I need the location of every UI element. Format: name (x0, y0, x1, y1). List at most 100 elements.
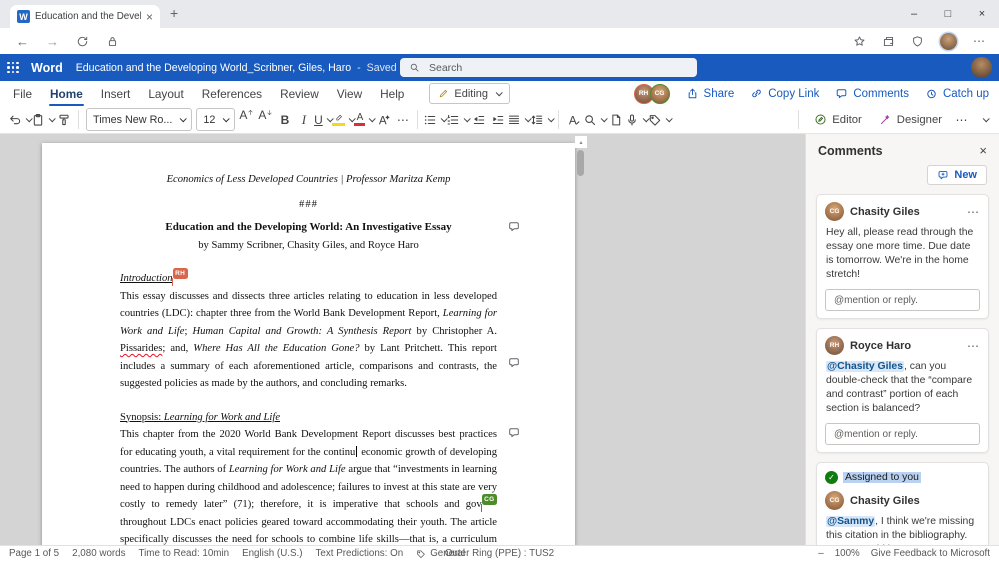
comment-anchor-icon[interactable] (507, 356, 521, 369)
shrink-font-button[interactable]: A (256, 108, 275, 132)
text-effects-button[interactable] (374, 108, 393, 132)
styles-button[interactable] (564, 108, 583, 132)
reply-box[interactable] (825, 423, 980, 445)
title-separator: - (357, 62, 361, 74)
comment-menu-icon[interactable]: ⋯ (967, 205, 980, 219)
tab-close-icon[interactable]: × (146, 10, 153, 24)
dictate-button[interactable] (625, 108, 648, 132)
highlight-button[interactable] (332, 108, 354, 132)
text-predictions-toggle[interactable]: Text Predictions: On (316, 548, 404, 559)
designer-button[interactable]: Designer (872, 108, 949, 132)
user-avatar[interactable] (971, 57, 992, 78)
more-font-options-button[interactable]: ⋯ (393, 108, 412, 132)
numbering-button[interactable] (446, 108, 469, 132)
task-check-icon[interactable]: ✓ (825, 471, 838, 484)
scroll-up-button[interactable]: ▴ (575, 136, 587, 148)
line-spacing-button[interactable] (530, 108, 553, 132)
comment-anchor-icon[interactable] (507, 220, 521, 233)
read-time: Time to Read: 10min (139, 548, 230, 559)
editor-button[interactable]: Editor (807, 108, 869, 132)
comments-button[interactable]: Comments (827, 87, 917, 100)
alignment-button[interactable] (507, 108, 530, 132)
reuse-files-button[interactable] (606, 108, 625, 132)
decrease-indent-button[interactable] (469, 108, 488, 132)
lock-icon[interactable] (106, 35, 119, 48)
bullets-button[interactable] (423, 108, 446, 132)
favorites-bar-icon[interactable] (882, 35, 895, 48)
tab-view[interactable]: View (328, 81, 371, 106)
search-input[interactable] (427, 61, 688, 75)
reply-box[interactable] (825, 289, 980, 311)
refresh-icon[interactable] (76, 35, 89, 48)
reply-input[interactable] (832, 294, 973, 307)
back-icon[interactable]: ← (16, 35, 29, 48)
font-name-select[interactable]: Times New Ro... (86, 108, 192, 131)
presence-avatar-cg[interactable]: CG (650, 84, 670, 104)
find-button[interactable] (583, 108, 606, 132)
mention-chip[interactable]: @Sammy (826, 516, 875, 527)
document-title[interactable]: Education and the Developing World_Scrib… (76, 62, 411, 74)
catch-up-button[interactable]: Catch up (917, 87, 997, 100)
feedback-link[interactable]: Give Feedback to Microsoft (871, 548, 990, 559)
browser-tab[interactable]: W Education and the Developing W × (10, 5, 160, 28)
browser-shield-icon[interactable] (911, 35, 924, 48)
italic-button[interactable]: I (294, 108, 313, 132)
close-panel-icon[interactable]: × (979, 143, 987, 158)
reply-input[interactable] (832, 428, 973, 441)
format-painter-button[interactable] (54, 108, 73, 132)
favorite-star-icon[interactable] (853, 35, 866, 48)
collapse-ribbon-button[interactable] (974, 108, 993, 132)
clipboard-icon (31, 113, 45, 127)
document-page[interactable]: Economics of Less Developed Countries | … (42, 143, 575, 545)
browser-profile-avatar[interactable] (940, 33, 957, 50)
tab-references[interactable]: References (193, 81, 271, 106)
app-launcher-icon[interactable] (0, 54, 26, 81)
comment-anchor-icon[interactable] (507, 426, 521, 439)
search-bar[interactable] (400, 58, 697, 77)
more-commands-button[interactable]: ⋯ (952, 108, 971, 132)
copy-link-button[interactable]: Copy Link (742, 87, 827, 100)
paste-button[interactable] (31, 108, 54, 132)
undo-button[interactable] (8, 108, 31, 132)
grow-font-button[interactable]: A (237, 108, 256, 132)
share-button[interactable]: Share (678, 87, 743, 100)
browser-settings-ellipsis-icon[interactable]: ⋯ (973, 34, 985, 48)
zoom-level[interactable]: 100% (835, 548, 860, 559)
tab-review[interactable]: Review (271, 81, 328, 106)
zoom-out-icon[interactable]: – (818, 548, 823, 559)
increase-indent-button[interactable] (488, 108, 507, 132)
misspelled-word: Pissarides (120, 343, 162, 354)
window-maximize-button[interactable]: □ (931, 0, 965, 28)
window-minimize-button[interactable]: – (897, 0, 931, 28)
bold-button[interactable]: B (275, 108, 294, 132)
tab-home[interactable]: Home (41, 81, 92, 106)
mention-chip[interactable]: @Chasity Giles (826, 361, 904, 372)
language-selector[interactable]: English (U.S.) (242, 548, 302, 559)
arrow-down-icon (266, 109, 273, 116)
new-tab-button[interactable]: + (170, 5, 178, 21)
app-name[interactable]: Word (31, 61, 63, 75)
font-color-button[interactable]: A (354, 108, 374, 132)
comment-thread[interactable]: CG Chasity Giles ⋯ Hey all, please read … (816, 194, 989, 319)
forward-icon[interactable]: → (46, 35, 59, 48)
tab-help[interactable]: Help (371, 81, 413, 106)
undo-icon (8, 113, 22, 127)
editing-mode-button[interactable]: Editing (429, 83, 510, 104)
page-count[interactable]: Page 1 of 5 (9, 548, 59, 559)
sensitivity-button[interactable] (648, 108, 671, 132)
tab-layout[interactable]: Layout (139, 81, 192, 106)
tab-insert[interactable]: Insert (92, 81, 140, 106)
word-count[interactable]: 2,080 words (72, 548, 125, 559)
comments-panel-title: Comments (818, 144, 883, 158)
tab-file[interactable]: File (4, 81, 41, 106)
introduction-heading-row: IntroductionRH (120, 270, 497, 288)
comment-thread[interactable]: RH Royce Haro ⋯ @Chasity Giles, can you … (816, 328, 989, 453)
window-close-button[interactable]: × (965, 0, 999, 28)
comment-menu-icon[interactable]: ⋯ (967, 339, 980, 353)
vertical-scrollbar[interactable] (577, 150, 584, 176)
comment-thread-task[interactable]: ✓ Assigned to you CG Chasity Giles @Samm… (816, 462, 989, 545)
underline-button[interactable]: U (313, 108, 332, 132)
new-comment-button[interactable]: New (927, 165, 987, 185)
presence-avatars[interactable]: RH CG (638, 84, 670, 104)
font-size-select[interactable]: 12 (196, 108, 235, 131)
